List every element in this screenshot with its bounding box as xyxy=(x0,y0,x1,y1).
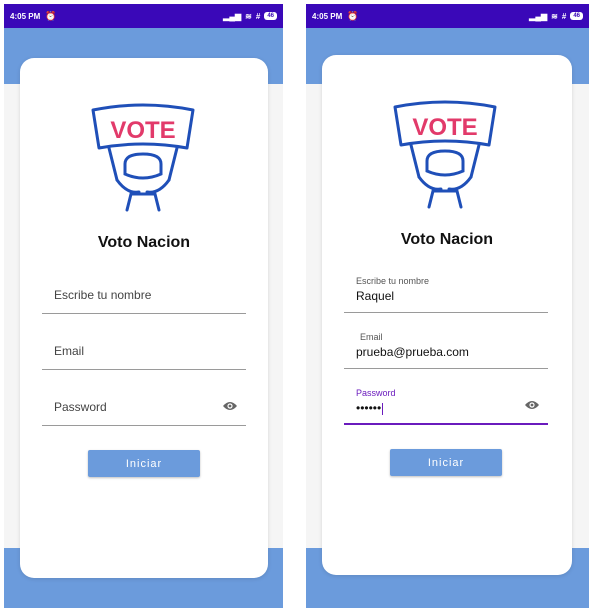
status-bar: 4:05 PM ⏰ ▂▄▆ ≋ # 46 xyxy=(306,4,589,28)
login-card: VOTE Voto Nacion Escribe tu nombre Email… xyxy=(20,58,268,578)
battery-icon: 46 xyxy=(264,12,277,20)
password-label: Password xyxy=(356,388,396,398)
status-time: 4:05 PM xyxy=(10,11,41,21)
logo-banner-text: VOTE xyxy=(110,117,175,144)
signal-icon: ▂▄▆ xyxy=(529,11,548,21)
login-button[interactable]: Iniciar xyxy=(88,450,200,477)
app-title: Voto Nacion xyxy=(400,231,494,248)
wifi-icon: ≋ xyxy=(551,11,558,21)
logo-banner-text: VOTE xyxy=(412,114,477,141)
name-placeholder: Escribe tu nombre xyxy=(54,288,152,302)
wifi-icon: ≋ xyxy=(245,11,252,21)
login-screen-filled: 4:05 PM ⏰ ▂▄▆ ≋ # 46 VOTE Voto Nacion Es… xyxy=(306,4,589,608)
app-title: Voto Nacion xyxy=(97,234,191,251)
hash-icon: # xyxy=(255,11,261,21)
login-screen-empty: 4:05 PM ⏰ ▂▄▆ ≋ # 46 VOTE Voto Nacion Es… xyxy=(4,4,283,608)
status-bar: 4:05 PM ⏰ ▂▄▆ ≋ # 46 xyxy=(4,4,283,28)
email-input[interactable]: Email xyxy=(42,330,246,370)
name-input[interactable]: Escribe tu nombre Raquel xyxy=(344,273,548,313)
signal-icon: ▂▄▆ xyxy=(223,11,242,21)
vote-logo-icon: VOTE xyxy=(393,100,497,209)
name-value: Raquel xyxy=(356,289,395,303)
password-input[interactable]: Password •••••• xyxy=(344,385,548,425)
status-time: 4:05 PM xyxy=(312,11,343,21)
vote-logo-icon: VOTE xyxy=(91,103,195,212)
password-input[interactable]: Password xyxy=(42,386,246,426)
login-card: VOTE Voto Nacion Escribe tu nombre Raque… xyxy=(322,55,572,575)
battery-icon: 46 xyxy=(570,12,583,20)
hash-icon: # xyxy=(561,11,567,21)
email-input[interactable]: Email prueba@prueba.com xyxy=(344,329,548,369)
name-input[interactable]: Escribe tu nombre xyxy=(42,274,246,314)
name-label: Escribe tu nombre xyxy=(356,276,430,286)
password-value: •••••• xyxy=(356,401,384,415)
text-caret xyxy=(382,402,384,415)
email-label: Email xyxy=(360,332,383,342)
password-placeholder: Password xyxy=(54,400,107,414)
eye-icon[interactable] xyxy=(222,400,238,412)
alarm-icon: ⏰ xyxy=(45,10,57,21)
password-dots: •••••• xyxy=(356,401,382,415)
email-value: prueba@prueba.com xyxy=(356,345,469,359)
alarm-icon: ⏰ xyxy=(347,10,359,21)
email-placeholder: Email xyxy=(54,344,85,358)
eye-icon[interactable] xyxy=(524,399,540,411)
login-button[interactable]: Iniciar xyxy=(390,449,502,476)
